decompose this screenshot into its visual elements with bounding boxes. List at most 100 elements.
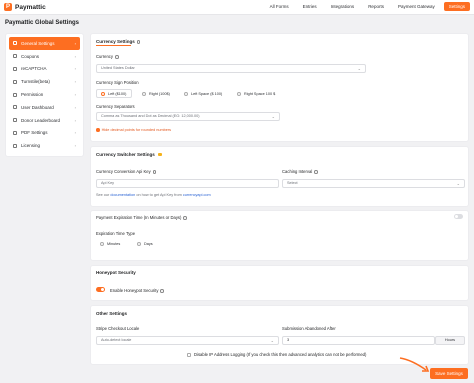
chevron-right-icon: › bbox=[74, 92, 76, 98]
sign-position-label: Currency Sign Position bbox=[96, 80, 139, 85]
radio-dot bbox=[142, 91, 146, 96]
expiration-toggle[interactable] bbox=[454, 214, 463, 219]
page-title: Paymattic Global Settings bbox=[5, 20, 80, 26]
nav-integrations[interactable]: Integrations bbox=[326, 2, 360, 11]
warning-icon bbox=[96, 128, 100, 132]
coupon-icon bbox=[13, 54, 17, 59]
sidebar-item-coupons[interactable]: Coupons › bbox=[9, 50, 80, 63]
sidebar-item-label: General Settings bbox=[21, 40, 55, 46]
checkout-locale-value: Auto-detect locale bbox=[101, 338, 132, 342]
main-nav: All Forms Entries Integrations Reports P… bbox=[265, 2, 470, 11]
radio-label: Left Space ($ 100) bbox=[191, 91, 223, 96]
info-icon bbox=[314, 170, 318, 174]
sliders-icon bbox=[13, 41, 17, 46]
radio-dot bbox=[237, 91, 241, 96]
sidebar-item-label: Donor Leaderboard bbox=[21, 117, 61, 123]
radio-left[interactable]: Left ($100) bbox=[96, 89, 132, 98]
radio-dot bbox=[137, 241, 141, 246]
sidebar-item-donor-leaderboard[interactable]: Donor Leaderboard › bbox=[9, 114, 80, 127]
info-icon bbox=[152, 170, 157, 174]
chevron-right-icon: › bbox=[74, 104, 76, 110]
lock-icon bbox=[13, 92, 17, 97]
info-icon bbox=[160, 289, 164, 293]
nav-reports[interactable]: Reports bbox=[363, 2, 389, 11]
trophy-icon bbox=[13, 118, 17, 123]
radio-dot-checked bbox=[101, 91, 105, 96]
api-key-input[interactable]: Api Key bbox=[96, 179, 279, 188]
checkout-locale-select[interactable]: Auto-detect locale ⌄ bbox=[96, 336, 279, 345]
sidebar-item-general-settings[interactable]: General Settings › bbox=[9, 37, 80, 50]
logo-text: Paymattic bbox=[15, 3, 46, 11]
honeypot-toggle-label: Enable Honeypot Security bbox=[110, 288, 164, 293]
shield-icon bbox=[13, 66, 17, 71]
nav-payment-gateway[interactable]: Payment Gateway bbox=[393, 2, 440, 11]
info-icon bbox=[115, 55, 119, 59]
caching-interval-select[interactable]: Select ⌄ bbox=[282, 179, 465, 188]
nav-entries[interactable]: Entries bbox=[298, 2, 322, 11]
sidebar-item-user-dashboard[interactable]: User Dashboard › bbox=[9, 101, 80, 114]
other-settings-title: Other Settings bbox=[96, 311, 128, 316]
hide-decimal-text: Hide decimal points for rounded numbers bbox=[101, 128, 172, 132]
radio-label: Right (100$) bbox=[149, 91, 170, 96]
radio-label: Minutes bbox=[107, 241, 121, 246]
chevron-down-icon: ⌄ bbox=[271, 114, 275, 119]
toggle-knob bbox=[100, 287, 105, 292]
hide-decimal-option[interactable]: Hide decimal points for rounded numbers bbox=[96, 128, 171, 132]
chevron-down-icon: ⌄ bbox=[456, 181, 460, 186]
save-settings-button[interactable]: Save Settings bbox=[430, 368, 468, 379]
chevron-right-icon: › bbox=[74, 66, 76, 72]
docs-middle: on how to get Api Key from bbox=[136, 193, 182, 197]
arrow-icon bbox=[399, 357, 430, 372]
sidebar-item-label: Turnstile(beta) bbox=[21, 79, 50, 85]
chevron-right-icon: › bbox=[74, 117, 76, 123]
abandoned-value: 3 bbox=[287, 338, 290, 342]
honeypot-card: Honeypot Security Enable Honeypot Securi… bbox=[90, 265, 469, 301]
chevron-right-icon: › bbox=[74, 53, 76, 59]
sidebar-item-recaptcha[interactable]: reCAPTCHA › bbox=[9, 63, 80, 76]
sidebar-item-turnstile[interactable]: Turnstile(beta) › bbox=[9, 75, 80, 88]
disable-ip-checkbox[interactable] bbox=[187, 353, 191, 357]
switcher-title: Currency Switcher Settings bbox=[96, 152, 162, 157]
toggle-knob bbox=[454, 214, 459, 219]
abandoned-input[interactable]: 3 bbox=[282, 336, 435, 345]
currency-select[interactable]: United States Dollar ⌄ bbox=[96, 64, 366, 73]
logo-mark: P bbox=[4, 3, 12, 11]
separators-select[interactable]: Comma as Thousand and Dot as Decimal (EG… bbox=[96, 112, 280, 121]
api-key-placeholder: Api Key bbox=[101, 181, 115, 185]
tab-underline bbox=[96, 45, 131, 47]
section-title-text: Currency Settings bbox=[96, 39, 135, 44]
crown-icon bbox=[157, 153, 162, 157]
radio-right[interactable]: Right (100$) bbox=[138, 89, 176, 98]
user-icon bbox=[13, 105, 17, 110]
radio-right-space[interactable]: Right Space 100 $ bbox=[233, 89, 281, 98]
caching-label-text: Caching Interval bbox=[282, 169, 313, 174]
currencyapi-link[interactable]: currencyapi.com bbox=[183, 193, 211, 197]
expiration-title: Payment Expiration Time (In Minutes or D… bbox=[96, 215, 187, 220]
sidebar-item-label: Licensing bbox=[21, 143, 41, 149]
shield-icon bbox=[13, 79, 17, 84]
radio-label: Days bbox=[144, 241, 153, 246]
api-key-label: Currency Conversion Api Key bbox=[96, 169, 157, 174]
sidebar-item-licensing[interactable]: Licensing › bbox=[9, 139, 80, 152]
currency-settings-card: Currency Settings Currency United States… bbox=[90, 33, 469, 142]
radio-days[interactable]: Days bbox=[133, 239, 159, 248]
info-icon bbox=[136, 40, 141, 44]
radio-dot bbox=[100, 241, 104, 246]
honeypot-toggle[interactable] bbox=[96, 287, 105, 292]
nav-all-forms[interactable]: All Forms bbox=[265, 2, 294, 11]
sidebar-item-label: Coupons bbox=[21, 53, 40, 59]
info-icon bbox=[183, 216, 187, 220]
section-title-text: Currency Switcher Settings bbox=[96, 152, 155, 157]
radio-minutes[interactable]: Minutes bbox=[96, 239, 126, 248]
logo[interactable]: P Paymattic bbox=[4, 3, 46, 11]
sidebar-item-pdf-settings[interactable]: PDF Settings › bbox=[9, 127, 80, 140]
documentation-link[interactable]: documentation bbox=[110, 193, 135, 197]
sidebar-item-permission[interactable]: Permission › bbox=[9, 88, 80, 101]
radio-left-space[interactable]: Left Space ($ 100) bbox=[180, 89, 228, 98]
radio-dot bbox=[184, 91, 188, 96]
sidebar-item-label: Permission bbox=[21, 92, 44, 98]
abandoned-unit: Hours bbox=[435, 336, 465, 345]
expiration-title-text: Payment Expiration Time (In Minutes or D… bbox=[96, 215, 182, 220]
caching-placeholder: Select bbox=[287, 181, 298, 185]
nav-settings[interactable]: Settings bbox=[443, 2, 470, 11]
